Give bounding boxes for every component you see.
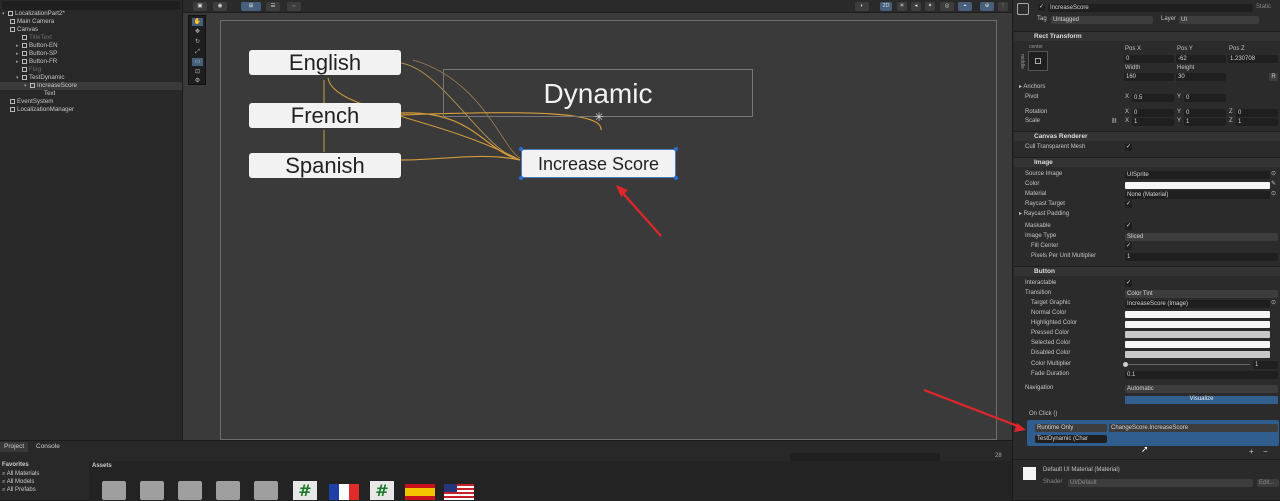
annotation-overlay [923,388,1026,432]
annotation-arrow-line [923,388,1021,429]
